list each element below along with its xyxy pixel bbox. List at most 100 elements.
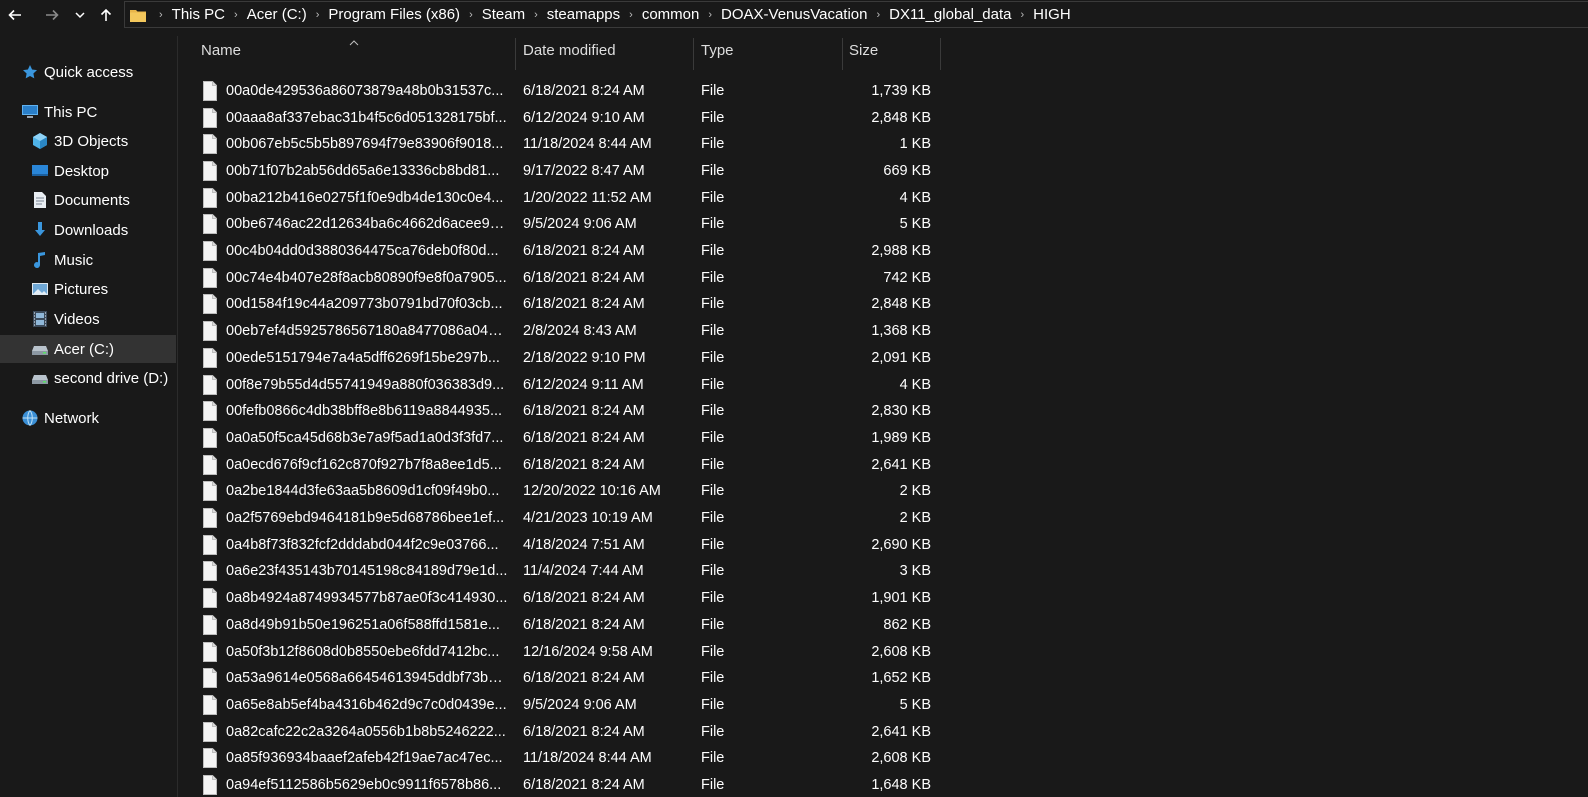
file-name-cell[interactable]: 0a50f3b12f8608d0b8550ebe6fdd7412bc...	[202, 638, 508, 665]
file-name-cell[interactable]: 00a0de429536a86073879a48b0b31537c...	[202, 78, 508, 105]
file-row[interactable]: 00f8e79b55d4d55741949a880f036383d9... 6/1…	[178, 371, 1588, 398]
sidebar-item-3d-objects[interactable]: 3D Objects	[0, 127, 176, 155]
file-row[interactable]: 00ba212b416e0275f1f0e9db4de130c0e4... 1/2…	[178, 184, 1588, 211]
sidebar-item-videos[interactable]: Videos	[0, 305, 176, 333]
file-name-cell[interactable]: 0a85f936934baaef2afeb42f19ae7ac47ec...	[202, 745, 508, 772]
file-row[interactable]: 0a8d49b91b50e196251a06f588ffd1581e... 6/1…	[178, 612, 1588, 639]
file-row[interactable]: 0a50f3b12f8608d0b8550ebe6fdd7412bc... 12/…	[178, 638, 1588, 665]
file-name-cell[interactable]: 0a94ef5112586b5629eb0c9911f6578b86...	[202, 772, 508, 797]
file-name-cell[interactable]: 00aaa8af337ebac31b4f5c6d051328175bf...	[202, 104, 508, 131]
breadcrumb-chevron-icon[interactable]: ›	[307, 9, 329, 21]
sidebar-item-this-pc[interactable]: This PC	[0, 98, 176, 126]
column-header-name[interactable]: Name	[201, 30, 513, 70]
file-name-cell[interactable]: 0a53a9614e0568a66454613945ddbf73ba...	[202, 665, 508, 692]
file-row[interactable]: 00eb7ef4d5925786567180a8477086a04a... 2/8…	[178, 318, 1588, 345]
file-name-cell[interactable]: 00be6746ac22d12634ba6c4662d6acee91...	[202, 211, 508, 238]
file-name-cell[interactable]: 0a0ecd676f9cf162c870f927b7f8a8ee1d5...	[202, 451, 508, 478]
file-name-cell[interactable]: 0a82cafc22c2a3264a0556b1b8b5246222...	[202, 718, 508, 745]
file-name-cell[interactable]: 00fefb0866c4db38bff8e8b6119a8844935...	[202, 398, 508, 425]
sidebar-item-downloads[interactable]: Downloads	[0, 216, 176, 244]
file-name-cell[interactable]: 0a8d49b91b50e196251a06f588ffd1581e...	[202, 612, 508, 639]
file-row[interactable]: 0a2f5769ebd9464181b9e5d68786bee1ef... 4/2…	[178, 505, 1588, 532]
breadcrumb-item[interactable]: › DX11_global_data	[868, 6, 1012, 23]
breadcrumb-item[interactable]: › HIGH	[1012, 6, 1071, 23]
file-name-cell[interactable]: 0a4b8f73f832fcf2dddabd044f2c9e03766...	[202, 531, 508, 558]
recent-locations-button[interactable]	[71, 3, 89, 27]
file-row[interactable]: 00be6746ac22d12634ba6c4662d6acee91... 9/5…	[178, 211, 1588, 238]
file-row[interactable]: 00d1584f19c44a209773b0791bd70f03cb... 6/1…	[178, 291, 1588, 318]
file-name-cell[interactable]: 00c4b04dd0d3880364475ca76deb0f80d...	[202, 238, 508, 265]
file-row[interactable]: 00fefb0866c4db38bff8e8b6119a8844935... 6/…	[178, 398, 1588, 425]
file-row[interactable]: 0a8b4924a8749934577b87ae0f3c414930... 6/1…	[178, 585, 1588, 612]
breadcrumb-item[interactable]: › Acer (C:)	[225, 6, 307, 23]
sidebar-item-desktop[interactable]: Desktop	[0, 157, 176, 185]
file-row[interactable]: 0a65e8ab5ef4ba4316b462d9c7c0d0439e... 9/5…	[178, 692, 1588, 719]
breadcrumb-item[interactable]: › Program Files (x86)	[307, 6, 460, 23]
sidebar-item-music[interactable]: Music	[0, 246, 176, 274]
file-row[interactable]: 0a0ecd676f9cf162c870f927b7f8a8ee1d5... 6/…	[178, 451, 1588, 478]
file-row[interactable]: 0a53a9614e0568a66454613945ddbf73ba... 6/1…	[178, 665, 1588, 692]
breadcrumb-chevron-icon[interactable]: ›	[620, 9, 642, 21]
sidebar-item-documents[interactable]: Documents	[0, 186, 176, 214]
breadcrumb-chevron-icon[interactable]: ›	[225, 9, 247, 21]
file-name-cell[interactable]: 00ba212b416e0275f1f0e9db4de130c0e4...	[202, 184, 508, 211]
column-resize-handle[interactable]	[693, 38, 694, 70]
sidebar-item-network[interactable]: Network	[0, 404, 176, 432]
file-name-cell[interactable]: 00c74e4b407e28f8acb80890f9e8f0a7905...	[202, 264, 508, 291]
breadcrumb-item[interactable]: › steamapps	[525, 6, 620, 23]
column-resize-handle[interactable]	[940, 38, 941, 70]
file-name-cell[interactable]: 00eb7ef4d5925786567180a8477086a04a...	[202, 318, 508, 345]
file-row[interactable]: 0a2be1844d3fe63aa5b8609d1cf09f49b0... 12/…	[178, 478, 1588, 505]
file-row[interactable]: 0a6e23f435143b70145198c84189d79e1d... 11/…	[178, 558, 1588, 585]
sidebar-item-quick-access[interactable]: Quick access	[0, 58, 176, 86]
up-button[interactable]	[96, 3, 116, 27]
breadcrumb-chevron-icon[interactable]: ›	[868, 9, 890, 21]
file-name-cell[interactable]: 0a2f5769ebd9464181b9e5d68786bee1ef...	[202, 505, 508, 532]
breadcrumb-chevron-icon[interactable]: ›	[460, 9, 482, 21]
file-name-cell[interactable]: 0a65e8ab5ef4ba4316b462d9c7c0d0439e...	[202, 692, 508, 719]
column-resize-handle[interactable]	[515, 38, 516, 70]
file-name-cell[interactable]: 00b067eb5c5b5b897694f79e83906f9018...	[202, 131, 508, 158]
column-header-type[interactable]: Type	[701, 30, 841, 70]
breadcrumb-chevron-icon[interactable]: ›	[150, 9, 172, 21]
breadcrumb-item[interactable]: › Steam	[460, 6, 525, 23]
file-name-cell[interactable]: 0a0a50f5ca45d68b3e7a9f5ad1a0d3f3fd7...	[202, 425, 508, 452]
file-name-cell[interactable]: 00b71f07b2ab56dd65a6e13336cb8bd81...	[202, 158, 508, 185]
file-row[interactable]: 0a82cafc22c2a3264a0556b1b8b5246222... 6/1…	[178, 718, 1588, 745]
file-name-cell[interactable]: 0a6e23f435143b70145198c84189d79e1d...	[202, 558, 508, 585]
file-date-modified: 1/20/2022 11:52 AM	[523, 189, 652, 206]
file-row[interactable]: 00a0de429536a86073879a48b0b31537c... 6/18…	[178, 78, 1588, 105]
breadcrumb-chevron-icon[interactable]: ›	[1012, 9, 1034, 21]
file-row[interactable]: 0a0a50f5ca45d68b3e7a9f5ad1a0d3f3fd7... 6/…	[178, 425, 1588, 452]
back-button[interactable]	[4, 3, 26, 27]
breadcrumb-item[interactable]: › This PC	[150, 6, 225, 23]
file-row[interactable]: 00aaa8af337ebac31b4f5c6d051328175bf... 6/…	[178, 104, 1588, 131]
file-name-cell[interactable]: 00d1584f19c44a209773b0791bd70f03cb...	[202, 291, 508, 318]
sidebar-item-acer-c[interactable]: Acer (C:)	[0, 335, 176, 363]
column-header-size[interactable]: Size	[849, 30, 937, 70]
file-name-cell[interactable]: 00ede5151794e7a4a5dff6269f15be297b...	[202, 345, 508, 372]
file-row[interactable]: 00b71f07b2ab56dd65a6e13336cb8bd81... 9/17…	[178, 158, 1588, 185]
breadcrumb-chevron-icon[interactable]: ›	[525, 9, 547, 21]
sidebar-item-second-drive-d[interactable]: second drive (D:)	[0, 364, 176, 392]
breadcrumb-item[interactable]: › common	[620, 6, 699, 23]
breadcrumb-item[interactable]: › DOAX-VenusVacation	[699, 6, 867, 23]
file-row[interactable]: 00c4b04dd0d3880364475ca76deb0f80d... 6/18…	[178, 238, 1588, 265]
file-name-cell[interactable]: 0a8b4924a8749934577b87ae0f3c414930...	[202, 585, 508, 612]
file-row[interactable]: 0a85f936934baaef2afeb42f19ae7ac47ec... 11…	[178, 745, 1588, 772]
file-row[interactable]: 00c74e4b407e28f8acb80890f9e8f0a7905... 6/…	[178, 264, 1588, 291]
breadcrumb-chevron-icon[interactable]: ›	[699, 9, 721, 21]
column-resize-handle[interactable]	[842, 38, 843, 70]
column-header-date[interactable]: Date modified	[523, 30, 691, 70]
file-row[interactable]: 0a94ef5112586b5629eb0c9911f6578b86... 6/1…	[178, 772, 1588, 797]
file-name-cell[interactable]: 0a2be1844d3fe63aa5b8609d1cf09f49b0...	[202, 478, 508, 505]
file-row[interactable]: 00ede5151794e7a4a5dff6269f15be297b... 2/1…	[178, 345, 1588, 372]
forward-button[interactable]	[41, 3, 63, 27]
sidebar-item-pictures[interactable]: Pictures	[0, 275, 176, 303]
file-row[interactable]: 0a4b8f73f832fcf2dddabd044f2c9e03766... 4/…	[178, 531, 1588, 558]
file-row[interactable]: 00b067eb5c5b5b897694f79e83906f9018... 11/…	[178, 131, 1588, 158]
file-name-cell[interactable]: 00f8e79b55d4d55741949a880f036383d9...	[202, 371, 508, 398]
sidebar-item-label: Music	[54, 251, 94, 269]
desktop-icon	[30, 161, 50, 181]
address-bar[interactable]: › This PC › Acer (C:) › Program Files (x86) › S…	[124, 1, 1588, 28]
